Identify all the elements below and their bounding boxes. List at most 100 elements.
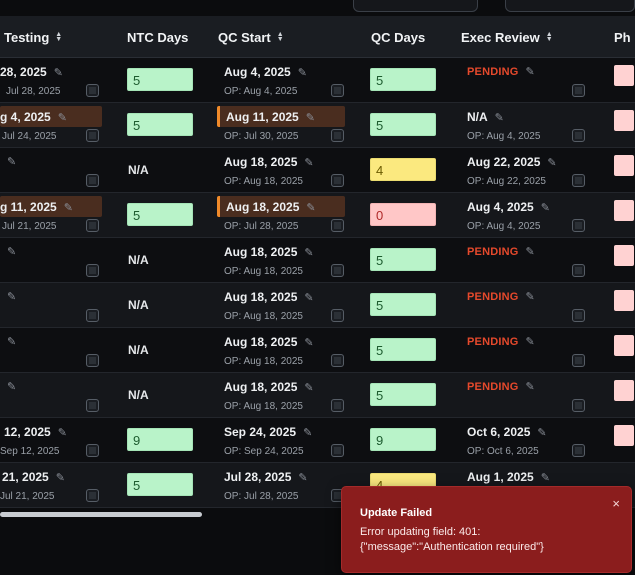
exec-review-date[interactable]: Aug 4, 2025 ✎ <box>467 200 550 214</box>
checkbox[interactable] <box>572 219 585 232</box>
ntc-days-input[interactable]: 9 <box>127 428 193 451</box>
ph-field[interactable] <box>614 290 634 311</box>
checkbox[interactable] <box>86 309 99 322</box>
exec-review-date[interactable]: Aug 1, 2025 ✎ <box>467 470 550 484</box>
exec-review-status[interactable]: PENDING ✎ <box>467 65 535 79</box>
ph-field[interactable] <box>614 65 634 86</box>
qc-days-input[interactable]: 5 <box>370 383 436 406</box>
sort-icon[interactable]: ▲ ▼ <box>277 31 284 43</box>
pencil-icon[interactable]: ✎ <box>7 155 16 168</box>
checkbox[interactable] <box>331 219 344 232</box>
ph-field[interactable] <box>614 425 634 446</box>
toolbar-button-right[interactable] <box>505 0 635 12</box>
checkbox[interactable] <box>86 219 99 232</box>
exec-review-date[interactable]: Aug 22, 2025 ✎ <box>467 155 557 169</box>
column-header-exec-review[interactable]: Exec Review ▲ ▼ <box>461 16 553 58</box>
ph-field[interactable] <box>614 380 634 401</box>
horizontal-scrollbar-thumb[interactable] <box>0 512 202 517</box>
ph-field[interactable] <box>614 200 634 221</box>
qc-days-input[interactable]: 5 <box>370 338 436 361</box>
checkbox[interactable] <box>331 129 344 142</box>
ntc-days-input[interactable]: 5 <box>127 203 193 226</box>
qc-start-date[interactable]: Aug 18, 2025 ✎ <box>224 155 314 169</box>
testing-date[interactable]: ✎ <box>0 380 16 393</box>
pencil-icon[interactable]: ✎ <box>304 246 313 259</box>
exec-review-status[interactable]: PENDING ✎ <box>467 290 535 304</box>
checkbox[interactable] <box>572 129 585 142</box>
checkbox[interactable] <box>572 84 585 97</box>
checkbox[interactable] <box>86 264 99 277</box>
exec-review-status[interactable]: PENDING ✎ <box>467 335 535 349</box>
ntc-days-input[interactable]: 5 <box>127 473 193 496</box>
ph-field[interactable] <box>614 155 634 176</box>
pencil-icon[interactable]: ✎ <box>526 335 535 348</box>
testing-date[interactable]: ✎ <box>0 290 16 303</box>
pencil-icon[interactable]: ✎ <box>526 65 535 78</box>
pencil-icon[interactable]: ✎ <box>541 471 550 484</box>
qc-days-input[interactable]: 5 <box>370 113 436 136</box>
pencil-icon[interactable]: ✎ <box>304 156 313 169</box>
checkbox[interactable] <box>331 264 344 277</box>
checkbox[interactable] <box>331 399 344 412</box>
ntc-days-input[interactable]: 5 <box>127 113 193 136</box>
pencil-icon[interactable]: ✎ <box>526 245 535 258</box>
checkbox[interactable] <box>572 399 585 412</box>
column-header-testing[interactable]: Testing ▲ ▼ <box>4 16 62 58</box>
ph-field[interactable] <box>614 335 634 356</box>
sort-icon[interactable]: ▲ ▼ <box>55 31 62 43</box>
pencil-icon[interactable]: ✎ <box>58 111 67 124</box>
pencil-icon[interactable]: ✎ <box>56 471 65 484</box>
ntc-days-input[interactable]: 5 <box>127 68 193 91</box>
checkbox[interactable] <box>331 84 344 97</box>
pencil-icon[interactable]: ✎ <box>541 201 550 214</box>
pencil-icon[interactable]: ✎ <box>306 201 315 214</box>
qc-days-input[interactable]: 0 <box>370 203 436 226</box>
toolbar-button-left[interactable] <box>353 0 478 12</box>
qc-days-input[interactable]: 4 <box>370 158 436 181</box>
checkbox[interactable] <box>572 174 585 187</box>
pencil-icon[interactable]: ✎ <box>304 381 313 394</box>
close-icon[interactable]: × <box>612 496 620 511</box>
qc-start-date[interactable]: Jul 28, 2025 ✎ <box>224 470 308 484</box>
checkbox[interactable] <box>86 354 99 367</box>
testing-date[interactable]: g 4, 2025 ✎ <box>0 110 67 124</box>
pencil-icon[interactable]: ✎ <box>298 471 307 484</box>
ph-field[interactable] <box>614 245 634 266</box>
checkbox[interactable] <box>572 444 585 457</box>
exec-review-date[interactable]: N/A ✎ <box>467 110 504 124</box>
exec-review-status[interactable]: PENDING ✎ <box>467 380 535 394</box>
testing-date[interactable]: g 11, 2025 ✎ <box>0 200 73 214</box>
pencil-icon[interactable]: ✎ <box>304 336 313 349</box>
checkbox[interactable] <box>331 354 344 367</box>
ph-field[interactable] <box>614 110 634 131</box>
pencil-icon[interactable]: ✎ <box>303 426 312 439</box>
exec-review-status[interactable]: PENDING ✎ <box>467 245 535 259</box>
qc-days-input[interactable]: 5 <box>370 68 436 91</box>
qc-start-date[interactable]: Aug 11, 2025 ✎ <box>226 110 315 124</box>
qc-start-date[interactable]: Aug 18, 2025 ✎ <box>224 290 314 304</box>
qc-days-input[interactable]: 5 <box>370 293 436 316</box>
qc-start-date[interactable]: Aug 18, 2025 ✎ <box>224 335 314 349</box>
qc-days-input[interactable]: 9 <box>370 428 436 451</box>
checkbox[interactable] <box>86 399 99 412</box>
exec-review-date[interactable]: Oct 6, 2025 ✎ <box>467 425 547 439</box>
qc-start-date[interactable]: Sep 24, 2025 ✎ <box>224 425 312 439</box>
pencil-icon[interactable]: ✎ <box>306 111 315 124</box>
testing-date[interactable]: 28, 2025 ✎ <box>0 65 63 79</box>
pencil-icon[interactable]: ✎ <box>495 111 504 124</box>
checkbox[interactable] <box>86 84 99 97</box>
checkbox[interactable] <box>572 264 585 277</box>
checkbox[interactable] <box>331 174 344 187</box>
testing-date[interactable]: 21, 2025 ✎ <box>2 470 65 484</box>
pencil-icon[interactable]: ✎ <box>7 380 16 393</box>
checkbox[interactable] <box>86 489 99 502</box>
qc-start-date[interactable]: Aug 18, 2025 ✎ <box>224 245 314 259</box>
checkbox[interactable] <box>572 354 585 367</box>
pencil-icon[interactable]: ✎ <box>7 245 16 258</box>
pencil-icon[interactable]: ✎ <box>7 290 16 303</box>
qc-start-date[interactable]: Aug 18, 2025 ✎ <box>226 200 316 214</box>
pencil-icon[interactable]: ✎ <box>64 201 73 214</box>
pencil-icon[interactable]: ✎ <box>537 426 546 439</box>
pencil-icon[interactable]: ✎ <box>298 66 307 79</box>
checkbox[interactable] <box>86 444 99 457</box>
